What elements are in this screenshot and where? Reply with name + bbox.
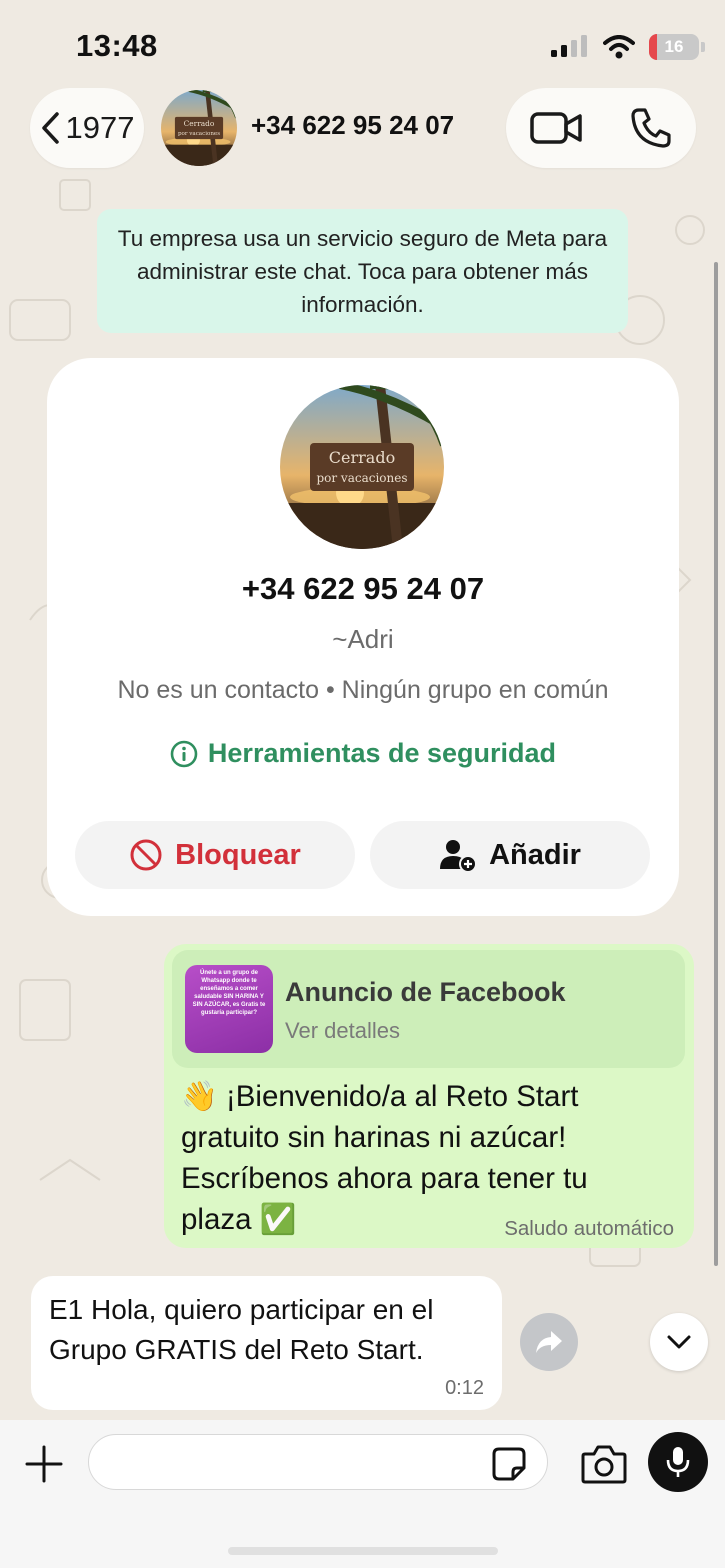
mic-icon bbox=[666, 1447, 690, 1477]
profile-avatar[interactable]: Cerrado por vacaciones bbox=[280, 385, 444, 549]
message-input[interactable] bbox=[88, 1434, 548, 1490]
sticker-icon[interactable] bbox=[491, 1446, 527, 1482]
incoming-message-bubble[interactable]: E1 Hola, quiero participar en el Grupo GR… bbox=[31, 1276, 502, 1410]
video-call-icon[interactable] bbox=[530, 111, 582, 145]
battery-tip bbox=[701, 42, 705, 52]
battery-fill bbox=[649, 34, 657, 60]
ad-thumbnail: Únete a un grupo de Whatsapp donde te en… bbox=[185, 965, 273, 1053]
welcome-message-text: 👋 ¡Bienvenido/a al Reto Start gratuito s… bbox=[181, 1080, 588, 1236]
chevron-down-icon bbox=[667, 1335, 691, 1349]
add-label: Añadir bbox=[489, 838, 581, 871]
meta-business-notice[interactable]: Tu empresa usa un servicio seguro de Met… bbox=[97, 209, 628, 333]
voice-message-button[interactable] bbox=[648, 1432, 708, 1492]
chat-title[interactable]: +34 622 95 24 07 bbox=[251, 110, 454, 141]
safety-tools-label: Herramientas de seguridad bbox=[207, 738, 557, 768]
message-time: 0:12 bbox=[445, 1377, 484, 1399]
contact-profile-card: Cerrado por vacaciones +34 622 95 24 07 … bbox=[47, 358, 679, 916]
battery-level: 16 bbox=[664, 37, 684, 56]
safety-tools-link[interactable]: Herramientas de seguridad bbox=[47, 738, 679, 769]
add-contact-icon bbox=[440, 840, 478, 872]
message-input-bar bbox=[0, 1420, 725, 1568]
block-label: Bloquear bbox=[175, 838, 301, 871]
auto-greeting-label: Saludo automático bbox=[504, 1217, 674, 1240]
avatar-sign-line1: Cerrado bbox=[184, 119, 215, 128]
profile-phone: +34 622 95 24 07 bbox=[241, 571, 485, 606]
phone-icon[interactable] bbox=[630, 107, 672, 149]
block-button[interactable]: Bloquear bbox=[75, 821, 355, 889]
profile-name: ~Adri bbox=[332, 624, 394, 654]
avatar-image: Cerrado por vacaciones bbox=[161, 90, 237, 166]
ad-details-link[interactable]: Ver detalles bbox=[285, 1018, 400, 1044]
camera-icon[interactable] bbox=[581, 1442, 627, 1486]
forward-icon bbox=[536, 1331, 562, 1353]
scrollbar[interactable] bbox=[714, 262, 718, 1266]
attach-button[interactable] bbox=[22, 1442, 66, 1486]
incoming-message-text: E1 Hola, quiero participar en el Grupo GR… bbox=[49, 1294, 434, 1365]
profile-sign-line2: por vacaciones bbox=[316, 471, 407, 485]
plus-icon bbox=[25, 1445, 63, 1483]
status-time: 13:48 bbox=[76, 28, 158, 63]
signal-icon bbox=[551, 35, 587, 57]
ad-title: Anuncio de Facebook bbox=[285, 977, 566, 1007]
scroll-to-bottom-button[interactable] bbox=[650, 1313, 708, 1371]
avatar-sign-line2: por vacaciones bbox=[178, 131, 220, 137]
forward-button[interactable] bbox=[520, 1313, 578, 1371]
header-avatar[interactable]: Cerrado por vacaciones bbox=[161, 90, 237, 166]
profile-avatar-image: Cerrado por vacaciones bbox=[280, 385, 444, 549]
wifi-icon bbox=[603, 35, 635, 59]
outgoing-message-bubble[interactable]: Únete a un grupo de Whatsapp donde te en… bbox=[164, 944, 694, 1248]
facebook-ad-preview[interactable]: Únete a un grupo de Whatsapp donde te en… bbox=[172, 950, 685, 1068]
info-icon bbox=[170, 740, 198, 767]
block-icon bbox=[130, 839, 162, 871]
profile-sign-line1: Cerrado bbox=[329, 448, 395, 467]
home-indicator bbox=[228, 1547, 498, 1555]
call-actions bbox=[506, 88, 696, 168]
profile-info: No es un contacto • Ningún grupo en comú… bbox=[117, 676, 609, 704]
chevron-left-icon bbox=[41, 112, 59, 144]
back-button[interactable]: 1977 bbox=[30, 88, 144, 168]
battery-icon: 16 bbox=[649, 34, 699, 60]
status-icons: 16 bbox=[551, 34, 705, 60]
unread-count: 1977 bbox=[65, 110, 135, 145]
add-contact-button[interactable]: Añadir bbox=[370, 821, 650, 889]
